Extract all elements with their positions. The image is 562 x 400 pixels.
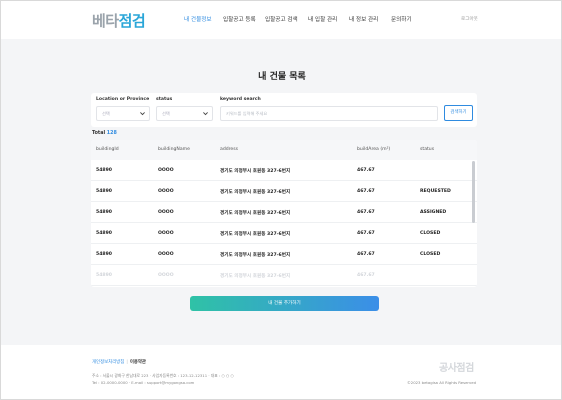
cell-build-area: 467.67 <box>357 252 375 257</box>
cell-building-id: 54890 <box>96 252 112 257</box>
cell-address: 경기도 의정부시 호원동 327-6번지 <box>220 190 291 195</box>
cell-building-id: 54890 <box>96 210 112 215</box>
table-scrollbar[interactable] <box>472 161 475 261</box>
footer-company-info: 주소 : 서울시 광화구 한남대로 223 · 사업자등록번호 : 123-12… <box>92 373 234 378</box>
app-window: 베타점검 내 건물정보 입찰공고 등록 입찰공고 검색 내 입찰 관리 내 정보… <box>0 0 562 400</box>
footer-contact-info: Tel : 02-0000-0000 · E-mail : support@my… <box>92 380 195 385</box>
column-header-build-area[interactable]: buildArea (m²) <box>357 147 390 152</box>
column-header-building-name[interactable]: buildingName <box>158 147 190 152</box>
table-row[interactable]: 54890 OOOO 경기도 의정부시 호원동 327-6번지 467.67 <box>91 160 477 181</box>
footer: 개인정보처리방침 | 이용약관 주소 : 서울시 광화구 한남대로 223 · 사업… <box>1 345 561 399</box>
keyword-label: keyword search <box>220 97 261 102</box>
cell-build-area: 467.67 <box>357 210 375 215</box>
table-scrollbar-thumb[interactable] <box>472 161 475 223</box>
cell-address: 경기도 의정부시 호원동 327-6번지 <box>220 211 291 216</box>
table-row[interactable]: 54890 OOOO 경기도 의정부시 호원동 327-6번지 467.67 C… <box>91 244 477 265</box>
add-building-button[interactable]: 내 건물 추가하기 <box>190 296 379 311</box>
footer-copyright: ©2023 betagisa All Rights Reserved <box>407 380 476 385</box>
top-header: 베타점검 내 건물정보 입찰공고 등록 입찰공고 검색 내 입찰 관리 내 정보… <box>1 1 561 39</box>
terms-link[interactable]: 이용약관 <box>130 360 146 365</box>
page-title: 내 건물 목록 <box>258 72 306 82</box>
privacy-policy-link[interactable]: 개인정보처리방침 <box>92 360 124 365</box>
table-row[interactable]: 54890 OOOO 경기도 의정부시 호원동 327-6번지 467.67 <box>91 265 477 286</box>
chevron-down-icon <box>203 112 208 116</box>
location-select-value: 선택 <box>102 111 110 116</box>
cell-address: 경기도 의정부시 호원동 327-6번지 <box>220 274 291 279</box>
cell-status: CLOSED <box>420 231 441 236</box>
nav-item-my-info[interactable]: 내 정보 관리 <box>349 15 378 23</box>
cell-building-id: 54890 <box>96 168 112 173</box>
table-row[interactable]: 54890 OOOO 경기도 의정부시 호원동 327-6번지 467.67 A… <box>91 202 477 223</box>
status-label: status <box>156 97 173 102</box>
table-body: 54890 OOOO 경기도 의정부시 호원동 327-6번지 467.67 5… <box>91 160 477 287</box>
location-select[interactable]: 선택 <box>96 106 150 121</box>
chevron-down-icon <box>140 112 145 116</box>
nav-item-my-bids[interactable]: 내 입찰 관리 <box>308 15 337 23</box>
cell-building-name: OOOO <box>158 210 174 215</box>
table-row[interactable]: 54890 OOOO 경기도 의정부시 호원동 327-6번지 467.67 C… <box>91 223 477 244</box>
cell-status: REQUESTED <box>420 189 451 194</box>
footer-logo: 공사점검 <box>439 363 474 374</box>
cell-address: 경기도 의정부시 호원동 327-6번지 <box>220 253 291 258</box>
filter-panel: Location or Province 선택 status 선택 keywor… <box>91 93 477 127</box>
column-header-building-id[interactable]: buildingId <box>96 147 119 152</box>
keyword-search-input[interactable] <box>220 106 438 121</box>
table-row[interactable]: 54890 OOOO 경기도 의정부시 호원동 327-6번지 467.67 R… <box>91 181 477 202</box>
footer-links: 개인정보처리방침 | 이용약관 <box>92 359 146 365</box>
nav-item-register-bid[interactable]: 입찰공고 등록 <box>223 15 256 23</box>
column-header-status[interactable]: status <box>420 147 434 152</box>
cell-building-id: 54890 <box>96 189 112 194</box>
cell-building-name: OOOO <box>158 273 174 278</box>
total-count: Total 128 <box>92 131 117 136</box>
cell-building-name: OOOO <box>158 168 174 173</box>
column-header-address[interactable]: address <box>220 147 238 152</box>
building-table: buildingId buildingName address buildAre… <box>91 140 477 287</box>
cell-address: 경기도 의정부시 호원동 327-6번지 <box>220 169 291 174</box>
footer-link-separator: | <box>126 360 128 365</box>
total-count-value: 128 <box>106 131 117 136</box>
cell-building-name: OOOO <box>158 231 174 236</box>
location-label: Location or Province <box>96 97 150 102</box>
cell-building-name: OOOO <box>158 252 174 257</box>
cell-status: ASSIGNED <box>420 210 447 215</box>
cell-build-area: 467.67 <box>357 231 375 236</box>
cell-build-area: 467.67 <box>357 168 375 173</box>
total-label: Total <box>92 131 106 136</box>
cell-build-area: 467.67 <box>357 189 375 194</box>
main-content: 내 건물 목록 Location or Province 선택 status 선… <box>1 39 561 345</box>
nav-item-search-bid[interactable]: 입찰공고 검색 <box>265 15 298 23</box>
cell-building-name: OOOO <box>158 189 174 194</box>
status-select[interactable]: 선택 <box>156 106 213 121</box>
status-select-value: 선택 <box>162 111 170 116</box>
cell-building-id: 54890 <box>96 273 112 278</box>
nav-item-my-buildings[interactable]: 내 건물정보 <box>184 15 212 23</box>
cell-building-id: 54890 <box>96 231 112 236</box>
cell-address: 경기도 의정부시 호원동 327-6번지 <box>220 232 291 237</box>
logout-link[interactable]: 로그아웃 <box>461 16 478 22</box>
table-header: buildingId buildingName address buildAre… <box>91 140 477 160</box>
search-button[interactable]: 검색하기 <box>444 105 473 121</box>
cell-build-area: 467.67 <box>357 273 375 278</box>
nav-item-contact[interactable]: 문의하기 <box>391 15 412 23</box>
cell-status: CLOSED <box>420 252 441 257</box>
